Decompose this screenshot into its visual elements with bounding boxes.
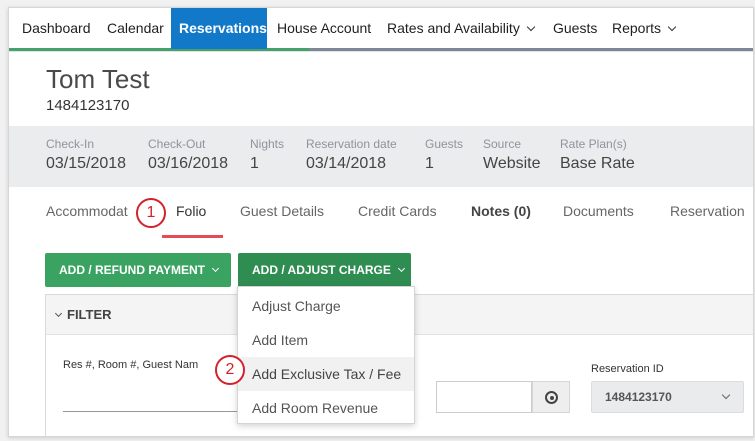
filter-title-label: FILTER (67, 307, 112, 322)
chevron-down-icon (54, 309, 63, 318)
summary-label: Guests (425, 137, 464, 151)
chevron-down-icon (397, 264, 405, 273)
tab-folio[interactable]: Folio (176, 203, 206, 219)
nav-item-reports[interactable]: Reports (604, 8, 683, 49)
chevron-down-icon (667, 22, 677, 32)
summary-label: Rate Plan(s) (560, 137, 627, 151)
reservation-summary: Check-In 03/15/2018 Check-Out 03/16/2018… (9, 126, 753, 187)
filter-target-button[interactable] (532, 381, 570, 413)
summary-label: Reservation date (306, 137, 397, 151)
summary-guests: Guests 1 (425, 137, 463, 173)
tab-notes[interactable]: Notes (0) (471, 203, 531, 219)
guest-name: Tom Test (46, 64, 150, 94)
summary-label: Nights (250, 137, 285, 151)
nav-item-house-account[interactable]: House Account (269, 8, 379, 49)
summary-value: 1 (250, 155, 259, 172)
summary-nights: Nights 1 (250, 137, 284, 173)
menu-item-add-exclusive-tax-fee[interactable]: Add Exclusive Tax / Fee (238, 357, 414, 391)
button-label: ADD / ADJUST CHARGE (252, 263, 391, 277)
summary-check-out: Check-Out 03/16/2018 (148, 137, 228, 173)
nav-item-reservations[interactable]: Reservations (171, 8, 267, 49)
menu-item-add-room-revenue[interactable]: Add Room Revenue (238, 391, 414, 425)
tab-reservation[interactable]: Reservation (670, 203, 745, 219)
tab-documents[interactable]: Documents (563, 203, 634, 219)
summary-value: Website (483, 155, 541, 172)
summary-value: 03/14/2018 (306, 155, 387, 172)
chevron-down-icon (211, 264, 220, 273)
nav-item-rates-and-availability[interactable]: Rates and Availability (379, 8, 542, 49)
summary-reservation-date: Reservation date 03/14/2018 (306, 137, 397, 173)
guest-id: 1484123170 (46, 97, 130, 114)
button-label: ADD / REFUND PAYMENT (59, 263, 206, 277)
summary-label: Source (483, 137, 522, 151)
nav-item-calendar[interactable]: Calendar (99, 8, 172, 49)
tab-credit-cards[interactable]: Credit Cards (358, 203, 437, 219)
summary-value: 1 (425, 155, 434, 172)
menu-item-add-item[interactable]: Add Item (238, 323, 414, 357)
chevron-down-icon (526, 22, 536, 32)
summary-label: Check-In (46, 137, 95, 151)
tab-guest-details[interactable]: Guest Details (240, 203, 324, 219)
summary-source: Source Website (483, 137, 541, 173)
summary-value: Base Rate (560, 155, 635, 172)
summary-check-in: Check-In 03/15/2018 (46, 137, 126, 173)
tab-accommodations[interactable]: Accommodat (46, 203, 128, 219)
callout-marker-2: 2 (215, 355, 245, 385)
summary-value: 03/16/2018 (148, 155, 229, 172)
app-window: Dashboard Calendar Reservations House Ac… (8, 7, 754, 437)
search-field-label: Res #, Room #, Guest Nam (63, 359, 199, 371)
add-adjust-charge-menu: Adjust Charge Add Item Add Exclusive Tax… (237, 286, 415, 424)
filter-text-input[interactable] (436, 381, 532, 413)
search-input[interactable] (63, 411, 243, 412)
active-tab-indicator (162, 235, 223, 238)
nav-item-dashboard[interactable]: Dashboard (14, 8, 99, 49)
summary-label: Check-Out (148, 137, 206, 151)
add-refund-payment-button[interactable]: ADD / REFUND PAYMENT (45, 253, 231, 287)
add-adjust-charge-button[interactable]: ADD / ADJUST CHARGE (238, 253, 411, 287)
callout-marker-1: 1 (136, 198, 166, 228)
reservation-id-label: Reservation ID (591, 363, 664, 375)
top-navigation: Dashboard Calendar Reservations House Ac… (9, 8, 753, 52)
summary-value: 03/15/2018 (46, 155, 127, 172)
chevron-down-icon (721, 390, 731, 400)
reservation-id-value: 1484123170 (605, 390, 672, 404)
summary-rate-plans: Rate Plan(s) Base Rate (560, 137, 635, 173)
filter-title: FILTER (54, 307, 112, 322)
menu-item-adjust-charge[interactable]: Adjust Charge (238, 289, 414, 323)
target-icon (545, 391, 558, 404)
nav-item-label: Rates and Availability (387, 20, 520, 36)
reservation-tabs: Accommodat Folio Guest Details Credit Ca… (9, 188, 753, 238)
reservation-id-select[interactable]: 1484123170 (591, 381, 744, 413)
nav-item-guests[interactable]: Guests (545, 8, 605, 49)
nav-item-label: Reports (612, 20, 662, 36)
